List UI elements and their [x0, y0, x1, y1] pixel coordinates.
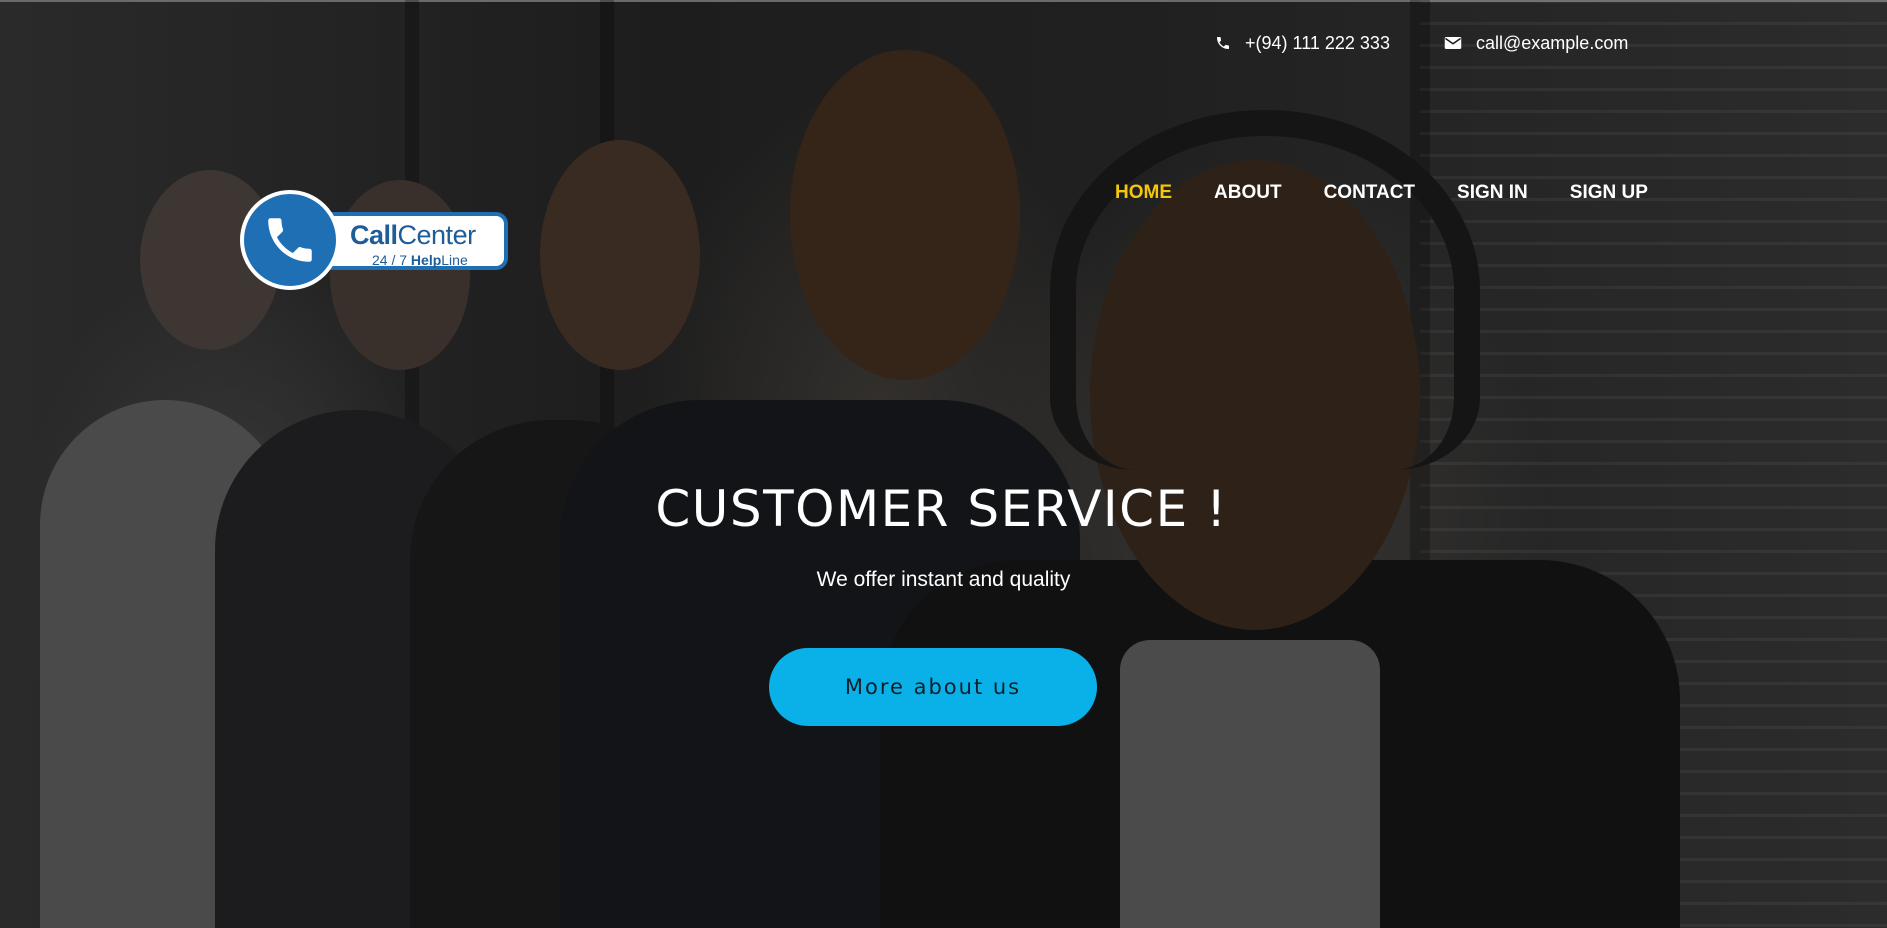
logo-circle: [240, 190, 340, 290]
hero-subtitle-text: We offer instant and quality: [816, 568, 1071, 591]
contact-phone-text: +(94) 111 222 333: [1245, 32, 1390, 53]
main-nav: HOME ABOUT CONTACT SIGN IN SIGN UP: [1115, 182, 1648, 204]
logo-tagline-rest: Line: [441, 252, 468, 268]
contact-email-text: call@example.com: [1476, 32, 1629, 53]
person-head: [540, 140, 700, 370]
brand-logo[interactable]: CallCenter 24 / 7 HelpLine: [240, 190, 512, 294]
phone-handset-icon: [268, 218, 312, 262]
contact-email[interactable]: call@example.com: [1444, 30, 1628, 56]
logo-tagline-plain: 24 / 7: [372, 252, 411, 268]
nav-contact[interactable]: CONTACT: [1324, 182, 1415, 204]
headset: [1050, 110, 1480, 470]
nav-home[interactable]: HOME: [1115, 182, 1172, 204]
logo-tagline-bold: Help: [410, 252, 442, 268]
logo-tagline: 24 / 7 HelpLine: [372, 252, 468, 268]
hero-subtitle: We offer instant and quality: [0, 568, 1887, 592]
contact-phone[interactable]: +(94) 111 222 333: [1215, 30, 1390, 56]
hero-section: +(94) 111 222 333 call@example.com CallC…: [0, 0, 1887, 928]
nav-about[interactable]: ABOUT: [1214, 182, 1282, 204]
hero-title-text: CUSTOMER SERVICE !: [655, 480, 1228, 538]
logo-title-bold: Call: [350, 220, 398, 250]
more-about-us-button[interactable]: More about us: [769, 648, 1097, 726]
person-head: [790, 50, 1020, 380]
phone-icon: [1217, 37, 1229, 49]
white-shirt: [1120, 640, 1380, 928]
envelope-icon: [1444, 37, 1462, 49]
hero-title: CUSTOMER SERVICE !: [0, 480, 1887, 538]
nav-sign-up[interactable]: SIGN UP: [1570, 182, 1648, 204]
logo-title: CallCenter: [350, 220, 476, 251]
logo-title-rest: Center: [397, 220, 477, 250]
nav-sign-in[interactable]: SIGN IN: [1457, 182, 1528, 204]
